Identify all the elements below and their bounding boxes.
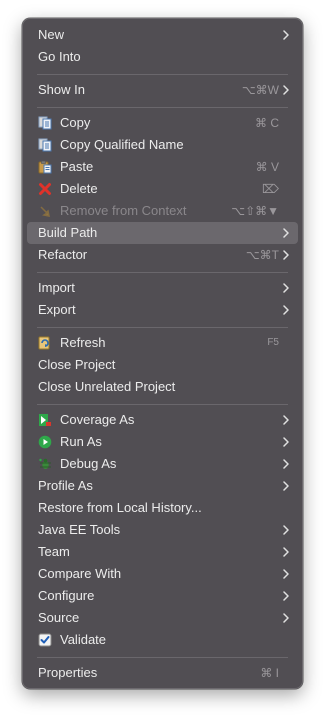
menu-item-label: Close Unrelated Project	[38, 379, 176, 394]
menu-item-close-project[interactable]: Close Project	[27, 354, 298, 376]
chevron-right-icon	[283, 481, 289, 491]
menu-item-new[interactable]: New	[27, 24, 298, 46]
menu-item-show-in[interactable]: Show In ⌥⌘W	[27, 79, 298, 101]
menu-separator	[37, 272, 288, 273]
menu-separator	[37, 74, 288, 75]
checkbox-checked-icon	[38, 633, 52, 647]
shortcut-label: ⌘ C	[255, 116, 279, 130]
menu-item-label: Import	[38, 280, 75, 295]
chevron-right-icon	[283, 525, 289, 535]
menu-item-label: Refresh	[60, 335, 106, 350]
menu-item-label: Close Project	[38, 357, 116, 372]
menu-item-refactor[interactable]: Refactor ⌥⌘T	[27, 244, 298, 266]
menu-item-label: Go Into	[38, 49, 81, 64]
menu-item-go-into[interactable]: Go Into	[27, 46, 298, 68]
menu-item-debug-as[interactable]: Debug As	[27, 453, 298, 475]
menu-item-coverage-as[interactable]: Coverage As	[27, 409, 298, 431]
remove-context-icon	[40, 206, 50, 217]
chevron-right-icon	[283, 283, 289, 293]
coverage-icon	[39, 414, 51, 426]
chevron-right-icon	[283, 85, 289, 95]
menu-item-label: Properties	[38, 665, 98, 680]
shortcut-label: ⌘ I	[260, 666, 279, 680]
chevron-right-icon	[283, 228, 289, 238]
context-menu: New Go Into Show In ⌥⌘W Copy ⌘ C Copy Qu…	[22, 18, 303, 689]
refresh-icon	[38, 336, 50, 350]
chevron-right-icon	[283, 250, 289, 260]
menu-item-label: Coverage As	[60, 412, 135, 427]
menu-item-compare-with[interactable]: Compare With	[27, 563, 298, 585]
menu-item-label: Source	[38, 610, 80, 625]
chevron-right-icon	[283, 305, 289, 315]
run-icon	[38, 435, 52, 449]
menu-item-paste[interactable]: Paste ⌘ V	[27, 156, 298, 178]
debug-icon	[39, 458, 51, 469]
menu-item-java-ee-tools[interactable]: Java EE Tools	[27, 519, 298, 541]
menu-item-export[interactable]: Export	[27, 299, 298, 321]
shortcut-label: ⌥⇧⌘▼	[231, 204, 279, 218]
shortcut-label: ⌥⌘W	[241, 83, 279, 97]
menu-item-label: Team	[38, 544, 70, 559]
chevron-right-icon	[283, 569, 289, 579]
shortcut-label: ⌦	[262, 182, 279, 196]
menu-item-restore-from-local-history[interactable]: Restore from Local History...	[27, 497, 298, 519]
menu-separator	[37, 107, 288, 108]
shortcut-label: F5	[267, 337, 279, 348]
copy-icon	[38, 116, 52, 130]
menu-item-label: Copy Qualified Name	[60, 137, 184, 152]
menu-item-label: Refactor	[38, 247, 88, 262]
menu-item-label: Delete	[60, 181, 98, 196]
menu-item-label: Paste	[60, 159, 94, 174]
menu-item-validate[interactable]: Validate	[27, 629, 298, 651]
menu-separator	[37, 327, 288, 328]
menu-item-label: Remove from Context	[60, 203, 187, 218]
menu-item-label: Compare With	[38, 566, 122, 581]
menu-item-label: Restore from Local History...	[38, 500, 202, 515]
menu-item-label: Run As	[60, 434, 102, 449]
paste-icon	[38, 160, 52, 174]
chevron-right-icon	[283, 459, 289, 469]
chevron-right-icon	[283, 415, 289, 425]
menu-item-source[interactable]: Source	[27, 607, 298, 629]
menu-item-copy-qualified-name[interactable]: Copy Qualified Name	[27, 134, 298, 156]
copy-qualified-icon	[38, 138, 52, 152]
menu-item-label: New	[38, 27, 65, 42]
shortcut-label: ⌘ V	[255, 160, 279, 174]
menu-item-label: Configure	[38, 588, 95, 603]
delete-icon	[39, 183, 51, 195]
menu-item-remove-from-context: Remove from Context ⌥⇧⌘▼	[27, 200, 298, 222]
menu-item-label: Show In	[38, 82, 85, 97]
chevron-right-icon	[283, 591, 289, 601]
chevron-right-icon	[283, 437, 289, 447]
chevron-right-icon	[283, 547, 289, 557]
chevron-right-icon	[283, 613, 289, 623]
menu-separator	[37, 404, 288, 405]
shortcut-label: ⌥⌘T	[245, 248, 279, 262]
menu-item-label: Debug As	[60, 456, 117, 471]
menu-item-close-unrelated-project[interactable]: Close Unrelated Project	[27, 376, 298, 398]
menu-item-refresh[interactable]: Refresh F5	[27, 332, 298, 354]
menu-item-build-path[interactable]: Build Path	[27, 222, 298, 244]
menu-item-label: Validate	[60, 632, 107, 647]
menu-item-label: Profile As	[38, 478, 93, 493]
menu-item-delete[interactable]: Delete ⌦	[27, 178, 298, 200]
menu-separator	[37, 657, 288, 658]
menu-item-copy[interactable]: Copy ⌘ C	[27, 112, 298, 134]
chevron-right-icon	[283, 30, 289, 40]
menu-item-configure[interactable]: Configure	[27, 585, 298, 607]
menu-item-team[interactable]: Team	[27, 541, 298, 563]
menu-item-label: Java EE Tools	[38, 522, 121, 537]
menu-item-label: Copy	[60, 115, 91, 130]
menu-item-label: Build Path	[38, 225, 98, 240]
menu-item-profile-as[interactable]: Profile As	[27, 475, 298, 497]
menu-item-properties[interactable]: Properties ⌘ I	[27, 662, 298, 684]
menu-item-import[interactable]: Import	[27, 277, 298, 299]
menu-item-label: Export	[38, 302, 76, 317]
menu-item-run-as[interactable]: Run As	[27, 431, 298, 453]
